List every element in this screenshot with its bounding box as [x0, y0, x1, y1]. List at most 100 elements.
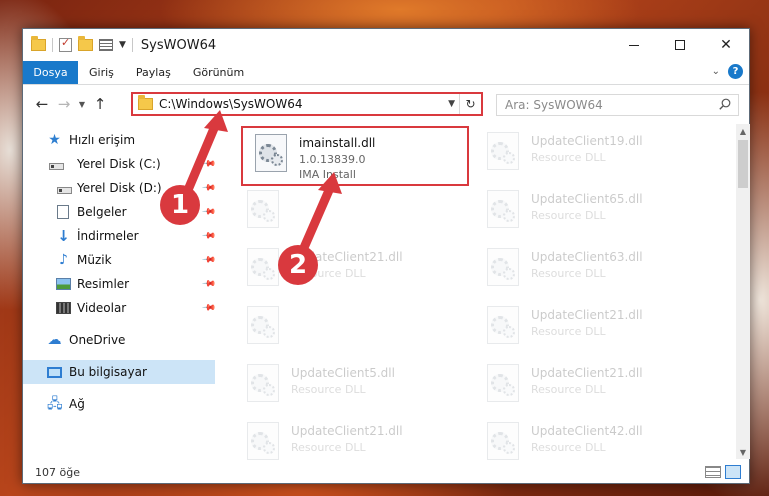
address-path[interactable]: C:\Windows\SysWOW64 [159, 97, 303, 111]
item-count: 107 öğe [35, 465, 80, 479]
file-item[interactable]: UpdateClient65.dll Resource DLL [475, 184, 685, 236]
file-item[interactable] [235, 300, 445, 352]
pin-icon[interactable]: 📌 [201, 156, 216, 171]
pictures-icon [56, 278, 71, 290]
dll-file-icon [487, 422, 519, 460]
explorer-window: ▼ SysWOW64 ✕ Dosya Giriş Paylaş Görünüm … [22, 28, 750, 484]
folder-icon [138, 95, 153, 110]
dll-file-icon [247, 248, 279, 286]
ribbon-right-controls: ⌄ ? [712, 64, 743, 79]
search-icon[interactable] [719, 98, 731, 110]
properties-icon[interactable] [59, 36, 72, 52]
scrollbar-thumb[interactable] [738, 140, 748, 188]
network-icon: 🖧 [47, 396, 63, 412]
pin-icon[interactable]: 📌 [201, 180, 216, 195]
dll-file-icon [247, 190, 279, 228]
tab-view[interactable]: Görünüm [182, 61, 255, 84]
up-arrow-icon[interactable]: ↑ [89, 95, 111, 113]
file-type: Resource DLL [291, 441, 366, 454]
file-name: UpdateClient42.dll [531, 424, 643, 438]
new-folder-icon[interactable] [78, 36, 93, 51]
file-name: UpdateClient19.dll [531, 134, 643, 148]
large-icons-view-icon[interactable] [725, 465, 741, 479]
dll-file-icon [487, 248, 519, 286]
status-bar: 107 öğe [23, 461, 749, 483]
file-name: imainstall.dll [299, 136, 376, 150]
address-bar[interactable]: C:\Windows\SysWOW64 ▼ ↻ [131, 92, 483, 116]
view-icon[interactable] [99, 39, 113, 51]
dll-file-icon [247, 422, 279, 460]
sidebar-item-quick-access[interactable]: ★ Hızlı erişim [23, 128, 215, 152]
tab-file[interactable]: Dosya [23, 61, 78, 84]
download-icon: ↓ [57, 227, 70, 245]
callout-step-1: 1 [160, 185, 200, 225]
file-type: Resource DLL [291, 383, 366, 396]
pin-icon[interactable]: 📌 [201, 300, 216, 315]
sidebar-item-music[interactable]: ♪ Müzik 📌 [23, 248, 216, 272]
sidebar-item-pictures[interactable]: Resimler 📌 [23, 272, 216, 296]
sidebar-item-network[interactable]: 🖧 Ağ [23, 392, 215, 416]
vertical-scrollbar[interactable]: ▲ ▼ [736, 124, 750, 459]
computer-icon [47, 366, 62, 378]
sidebar-item-disk-c[interactable]: Yerel Disk (C:) 📌 [23, 152, 216, 176]
dll-file-icon [487, 306, 519, 344]
content-area: ★ Hızlı erişim Yerel Disk (C:) 📌 Yerel D… [23, 124, 749, 460]
toolbar-divider [131, 38, 133, 52]
pin-icon[interactable]: 📌 [201, 252, 216, 267]
file-name: UpdateClient5.dll [291, 366, 395, 380]
minimize-button[interactable] [611, 29, 657, 61]
cloud-icon: ☁ [47, 332, 62, 348]
expand-ribbon-icon[interactable]: ⌄ [712, 66, 720, 77]
pin-icon[interactable]: 📌 [201, 228, 216, 243]
tab-home[interactable]: Giriş [78, 61, 125, 84]
sidebar-item-videos[interactable]: Videolar 📌 [23, 296, 216, 320]
videos-icon [56, 302, 71, 314]
recent-locations-icon[interactable]: ▼ [75, 100, 89, 109]
file-name: UpdateClient21.dll [291, 424, 403, 438]
forward-arrow-icon[interactable]: → [53, 95, 75, 113]
maximize-button[interactable] [657, 29, 703, 61]
customize-toolbar-icon[interactable]: ▼ [119, 40, 126, 50]
help-icon[interactable]: ? [728, 64, 743, 79]
pin-icon[interactable]: 📌 [201, 204, 216, 219]
sidebar-item-onedrive[interactable]: ☁ OneDrive [23, 328, 215, 352]
sidebar-item-label: Ağ [69, 397, 85, 411]
file-item[interactable]: UpdateClient21.dll Resource DLL [475, 300, 685, 352]
music-icon: ♪ [59, 252, 68, 268]
file-item[interactable]: UpdateClient21.dll Resource DLL [475, 358, 685, 410]
file-list: imainstall.dll 1.0.13839.0 IMA Install U… [235, 124, 735, 460]
window-controls: ✕ [611, 29, 749, 61]
file-item[interactable] [235, 184, 445, 236]
refresh-icon[interactable]: ↻ [459, 94, 481, 114]
tab-share[interactable]: Paylaş [125, 61, 182, 84]
address-dropdown-icon[interactable]: ▼ [448, 99, 455, 109]
file-description: IMA Install [299, 168, 356, 181]
folder-icon [31, 36, 46, 51]
sidebar-item-downloads[interactable]: ↓ İndirmeler 📌 [23, 224, 216, 248]
details-view-icon[interactable] [705, 466, 721, 478]
back-arrow-icon[interactable]: ← [31, 95, 53, 113]
file-name: UpdateClient65.dll [531, 192, 643, 206]
scroll-up-icon[interactable]: ▲ [736, 124, 750, 138]
sidebar-item-label: OneDrive [69, 333, 126, 347]
sidebar-item-this-pc[interactable]: Bu bilgisayar [23, 360, 215, 384]
pin-icon[interactable]: 📌 [201, 276, 216, 291]
sidebar-item-label: İndirmeler [77, 229, 139, 243]
dll-file-icon [487, 364, 519, 402]
navigation-bar: ← → ▼ ↑ C:\Windows\SysWOW64 ▼ ↻ Ara: Sys… [23, 85, 749, 123]
toolbar-divider [52, 38, 53, 52]
file-item[interactable]: UpdateClient19.dll Resource DLL [475, 126, 685, 178]
file-item[interactable]: UpdateClient21.dll Resource DLL [235, 242, 445, 294]
sidebar-item-label: Yerel Disk (D:) [77, 181, 162, 195]
file-item-imainstall[interactable]: imainstall.dll 1.0.13839.0 IMA Install [241, 126, 469, 186]
close-button[interactable]: ✕ [703, 29, 749, 61]
scroll-down-icon[interactable]: ▼ [736, 445, 750, 459]
drive-icon [49, 162, 64, 170]
file-item[interactable]: UpdateClient5.dll Resource DLL [235, 358, 445, 410]
search-box[interactable]: Ara: SysWOW64 [496, 94, 739, 116]
close-icon: ✕ [720, 37, 732, 53]
file-item[interactable]: UpdateClient63.dll Resource DLL [475, 242, 685, 294]
search-input[interactable]: Ara: SysWOW64 [505, 98, 603, 112]
sidebar-item-label: Bu bilgisayar [69, 365, 147, 379]
star-icon: ★ [48, 132, 61, 148]
